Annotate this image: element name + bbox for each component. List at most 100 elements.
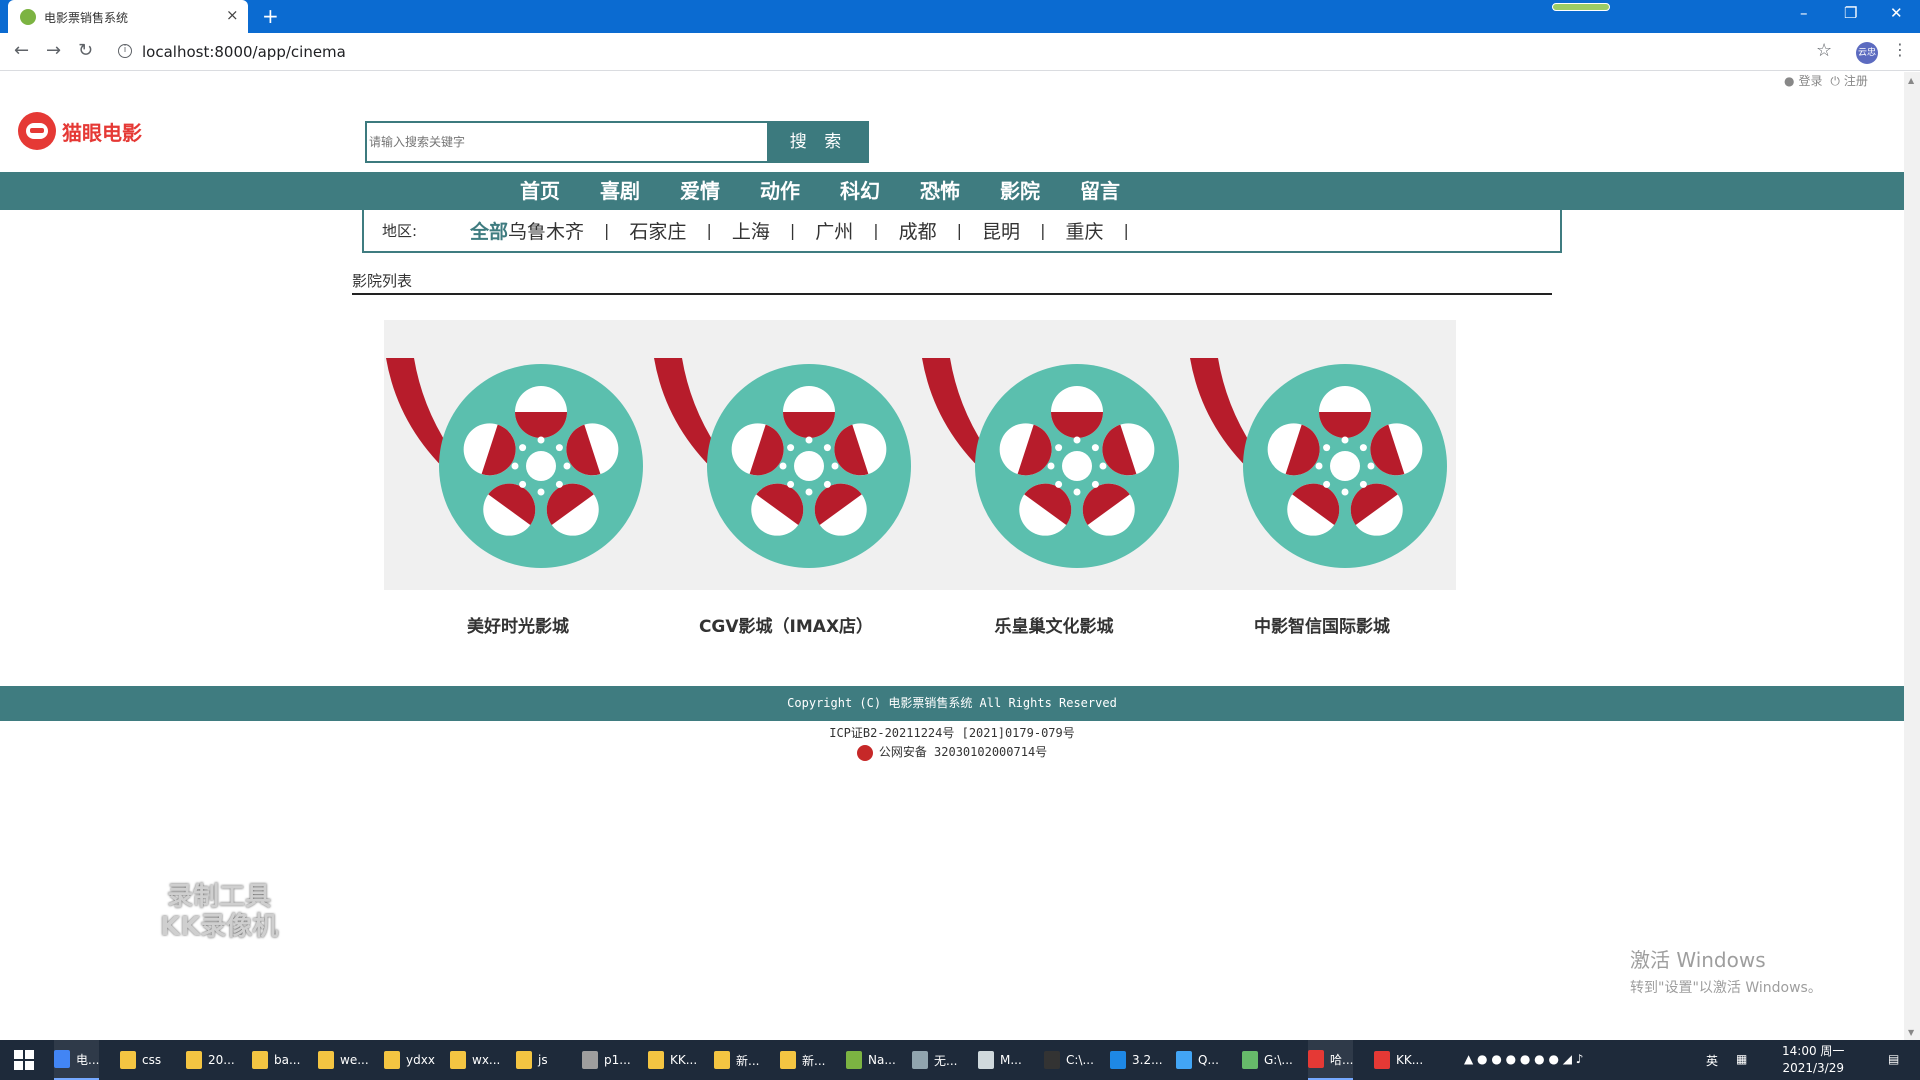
taskbar-item-label: 哈... <box>1330 1052 1354 1067</box>
nav-item[interactable]: 科幻 <box>820 172 900 210</box>
taskbar-item-label: 20... <box>208 1053 235 1067</box>
taskbar-item[interactable]: 新... <box>780 1040 825 1080</box>
taskbar-item[interactable]: 3.2... <box>1110 1040 1163 1080</box>
police-record[interactable]: 公网安备 32030102000714号 <box>0 743 1904 761</box>
footer-copyright: Copyright (C) 电影票销售系统 All Rights Reserve… <box>0 686 1904 721</box>
film-reel-icon[interactable] <box>920 358 1180 578</box>
scroll-down-icon[interactable]: ▼ <box>1908 1028 1914 1037</box>
profile-avatar[interactable]: 云忠 <box>1856 42 1878 64</box>
nav-item[interactable]: 恐怖 <box>900 172 980 210</box>
taskbar-item[interactable]: KK... <box>1374 1040 1423 1080</box>
taskbar-item[interactable]: we... <box>318 1040 369 1080</box>
notification-icon[interactable]: ▤ <box>1888 1052 1899 1066</box>
minimize-icon[interactable]: – <box>1800 4 1808 22</box>
taskbar-item[interactable]: wx... <box>450 1040 500 1080</box>
region-separator: | <box>706 221 712 240</box>
region-item[interactable]: 乌鲁木齐 <box>508 217 584 244</box>
film-reel-icon[interactable] <box>1188 358 1448 578</box>
register-link[interactable]: 注册 <box>1844 74 1868 88</box>
cinema-name[interactable]: 美好时光影城 <box>384 612 652 637</box>
cinema-name[interactable]: 乐皇巢文化影城 <box>920 612 1188 637</box>
search-input[interactable] <box>367 123 767 161</box>
taskbar-item[interactable]: 无... <box>912 1040 957 1080</box>
taskbar-item[interactable]: 哈... <box>1308 1040 1354 1080</box>
taskbar-item[interactable]: ba... <box>252 1040 300 1080</box>
taskbar-app-icon <box>1374 1051 1390 1069</box>
taskbar-app-icon <box>120 1051 136 1069</box>
region-item[interactable]: 全部 <box>470 217 508 244</box>
taskbar-item[interactable]: C:\... <box>1044 1040 1094 1080</box>
nav-item[interactable]: 喜剧 <box>580 172 660 210</box>
tab-title: 电影票销售系统 <box>44 11 129 25</box>
reload-icon[interactable]: ↻ <box>78 40 93 61</box>
taskbar-item[interactable]: Q... <box>1176 1040 1219 1080</box>
region-item[interactable]: 昆明 <box>982 217 1020 244</box>
browser-menu-icon[interactable]: ⋮ <box>1892 40 1908 59</box>
cinema-name[interactable]: CGV影城（IMAX店） <box>652 612 920 637</box>
nav-item[interactable]: 首页 <box>500 172 580 210</box>
taskbar-item[interactable]: ydxx <box>384 1040 435 1080</box>
window-close-icon[interactable]: ✕ <box>1890 4 1903 22</box>
taskbar-app-icon <box>780 1051 796 1069</box>
taskbar-item-label: ydxx <box>406 1053 435 1067</box>
new-tab-button[interactable]: + <box>262 4 279 28</box>
icp-license[interactable]: ICP证B2-20211224号 [2021]0179-079号 <box>0 724 1904 741</box>
region-item[interactable]: 上海 <box>732 217 770 244</box>
film-reel-icon[interactable] <box>384 358 644 578</box>
site-logo[interactable]: 猫眼电影 <box>18 112 142 150</box>
keyboard-icon[interactable]: ▦ <box>1736 1052 1747 1066</box>
logo-text: 猫眼电影 <box>62 120 142 145</box>
region-item[interactable]: 石家庄 <box>629 217 686 244</box>
tray-icons[interactable]: ▲ ● ● ● ● ● ● ◢ ♪ <box>1464 1052 1583 1066</box>
url-field[interactable]: localhost:8000/app/cinema <box>142 43 346 61</box>
taskbar-item[interactable]: p1... <box>582 1040 631 1080</box>
region-filter: 地区: 全部 乌鲁木齐 | 石家庄 | 上海 | 广州 | 成都 | 昆明 | 重庆 | <box>362 210 1562 253</box>
nav-item[interactable]: 爱情 <box>660 172 740 210</box>
region-separator: | <box>789 221 796 240</box>
page-scrollbar[interactable] <box>1904 72 1920 1040</box>
taskbar-item[interactable]: G:\... <box>1242 1040 1293 1080</box>
taskbar-item[interactable]: 新... <box>714 1040 759 1080</box>
taskbar-item[interactable]: css <box>120 1040 161 1080</box>
nav-item[interactable]: 留言 <box>1060 172 1140 210</box>
bookmark-star-icon[interactable]: ☆ <box>1816 40 1832 61</box>
taskbar-item-label: 无... <box>934 1053 958 1068</box>
region-item[interactable]: 广州 <box>815 217 853 244</box>
cinema-name[interactable]: 中影智信国际影城 <box>1188 612 1456 637</box>
taskbar-item[interactable]: M... <box>978 1040 1022 1080</box>
region-item[interactable]: 重庆 <box>1065 217 1103 244</box>
region-item[interactable]: 成都 <box>899 217 937 244</box>
taskbar-item[interactable]: 20... <box>186 1040 235 1080</box>
taskbar-app-icon <box>714 1051 730 1069</box>
search-button[interactable]: 搜 索 <box>768 121 869 163</box>
taskbar-item[interactable]: KK... <box>648 1040 697 1080</box>
browser-tab[interactable]: 电影票销售系统 × <box>8 0 248 33</box>
nav-item[interactable]: 动作 <box>740 172 820 210</box>
taskbar-item-label: 电... <box>76 1052 100 1067</box>
browser-tab-bar: 电影票销售系统 × + – ❐ ✕ <box>0 0 1920 33</box>
taskbar-app-icon <box>978 1051 994 1069</box>
search-box <box>365 121 769 163</box>
taskbar-item[interactable]: 电... <box>54 1040 100 1080</box>
site-info-icon[interactable]: i <box>118 44 132 58</box>
nav-item[interactable]: 影院 <box>980 172 1060 210</box>
taskbar-app-icon <box>1308 1050 1324 1068</box>
film-reel-icon[interactable] <box>652 358 912 578</box>
auth-links: ● 登录 ⏻ 注册 <box>1780 72 1868 89</box>
scroll-up-icon[interactable]: ▲ <box>1908 76 1914 85</box>
taskbar-item[interactable]: js <box>516 1040 548 1080</box>
police-record-text: 公网安备 32030102000714号 <box>878 745 1048 759</box>
taskbar-item-label: G:\... <box>1264 1053 1293 1067</box>
windows-start-icon[interactable] <box>14 1050 34 1070</box>
taskbar-item-label: Q... <box>1198 1053 1219 1067</box>
taskbar-item-label: M... <box>1000 1053 1022 1067</box>
restore-icon[interactable]: ❐ <box>1844 4 1857 22</box>
back-arrow-icon[interactable]: ← <box>14 40 29 61</box>
taskbar-item[interactable]: Na... <box>846 1040 896 1080</box>
close-tab-icon[interactable]: × <box>226 6 239 24</box>
forward-arrow-icon[interactable]: → <box>46 40 61 61</box>
ime-indicator[interactable]: 英 <box>1706 1052 1718 1069</box>
system-clock[interactable]: 14:00 周一 2021/3/29 <box>1782 1043 1844 1077</box>
login-link[interactable]: 登录 <box>1798 74 1822 88</box>
recording-indicator <box>1552 3 1610 11</box>
